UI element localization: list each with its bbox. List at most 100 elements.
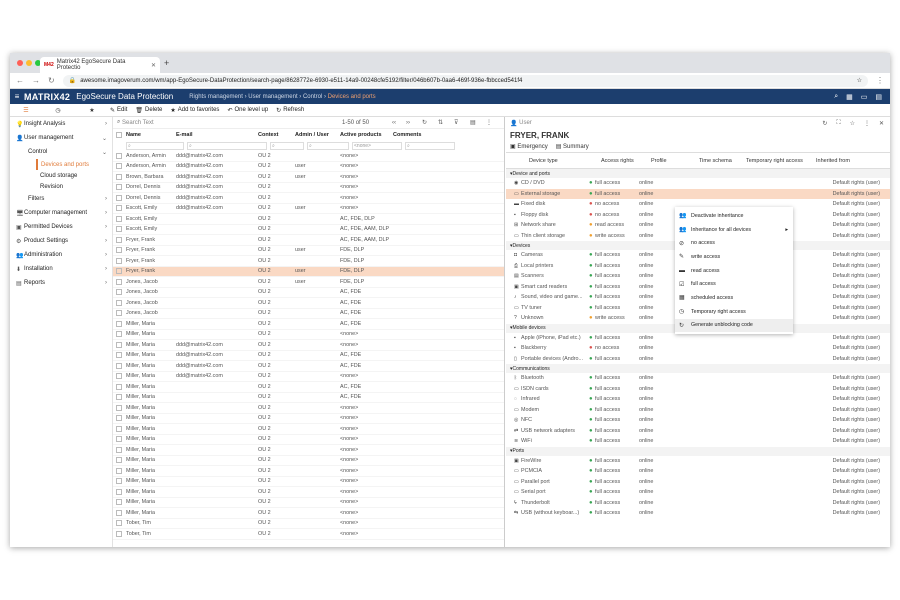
screen-icon[interactable]: ▭	[861, 93, 868, 101]
row-checkbox[interactable]	[116, 173, 122, 180]
device-row[interactable]: ◉ CD / DVD ● full access online Default right…	[506, 178, 890, 189]
table-row[interactable]: Miller, Maria OU 2 <none>	[113, 445, 504, 456]
sidebar-item[interactable]: Filters ›	[10, 192, 112, 206]
row-checkbox[interactable]	[116, 530, 122, 537]
table-row[interactable]: Escott, Emily ddd@matrix42.com OU 2 user <no…	[113, 204, 504, 214]
more-icon[interactable]: ⋮	[864, 120, 870, 127]
sidebar-item[interactable]: ⬇ Installation ›	[10, 262, 112, 276]
back-arrow-icon[interactable]: ←	[16, 76, 24, 85]
sidebar-item[interactable]: ⚙ Product Settings ›	[10, 234, 112, 248]
row-checkbox[interactable]	[116, 436, 122, 443]
row-checkbox[interactable]	[116, 310, 122, 317]
delete-button[interactable]: 🗑 Delete	[135, 107, 162, 114]
reload-icon[interactable]: ↻	[48, 76, 55, 85]
table-row[interactable]: Miller, Maria OU 2 <none>	[113, 330, 504, 340]
column-filter-input[interactable]: <none>	[352, 141, 402, 150]
chat-icon[interactable]: ▤	[875, 93, 882, 101]
table-row[interactable]: Miller, Maria ddd@matrix42.com OU 2 <none>	[113, 340, 504, 351]
column-header[interactable]: Name	[126, 132, 176, 138]
column-filter-input[interactable]: ⌕	[126, 141, 184, 150]
context-menu-item[interactable]: ↻ Generate unblocking code	[675, 318, 793, 333]
sidebar-item[interactable]: 👥 Administration ›	[10, 248, 112, 262]
device-row[interactable]: ▭ PCMCIA ● full access online Default rights …	[506, 466, 890, 477]
context-menu-item[interactable]: ✎ write access	[675, 250, 793, 264]
column-filter-input[interactable]: ⌕	[405, 141, 455, 150]
table-row[interactable]: Miller, Maria OU 2 AC, FDE	[113, 382, 504, 393]
list-view-icon[interactable]: ☰	[10, 107, 42, 114]
sidebar-item[interactable]: ▤ Reports ›	[10, 276, 112, 290]
row-checkbox[interactable]	[116, 184, 122, 191]
filter-icon[interactable]: ⊽	[454, 119, 470, 126]
row-checkbox[interactable]	[116, 215, 122, 222]
row-checkbox[interactable]	[116, 425, 122, 432]
row-checkbox[interactable]	[116, 278, 122, 285]
edit-button[interactable]: ✎ Edit	[110, 107, 127, 114]
sidebar-item[interactable]: 💡 Insight Analysis ›	[10, 117, 112, 131]
row-checkbox[interactable]	[116, 383, 122, 390]
row-checkbox[interactable]	[116, 488, 122, 495]
table-row[interactable]: Miller, Maria OU 2 AC, FDE	[113, 319, 504, 330]
context-menu-item[interactable]: ▦ scheduled access	[675, 291, 793, 305]
pager-next-icon[interactable]: ››	[406, 120, 422, 126]
select-all-checkbox[interactable]	[116, 131, 122, 138]
row-checkbox[interactable]	[116, 373, 122, 380]
row-checkbox[interactable]	[116, 415, 122, 422]
table-row[interactable]: Fryer, Frank OU 2 FDE, DLP	[113, 256, 504, 267]
table-row[interactable]: Miller, Maria OU 2 <none>	[113, 487, 504, 498]
close-window-dot[interactable]	[17, 60, 23, 66]
refresh-icon[interactable]: ↻	[822, 120, 827, 127]
column-header[interactable]: E-mail	[176, 132, 258, 138]
row-checkbox[interactable]	[116, 320, 122, 327]
column-filter-input[interactable]: ⌕	[187, 141, 267, 150]
row-checkbox[interactable]	[116, 331, 122, 338]
row-checkbox[interactable]	[116, 226, 122, 233]
row-checkbox[interactable]	[116, 394, 122, 401]
row-checkbox[interactable]	[116, 352, 122, 359]
tab-summary[interactable]: ▤ Summary	[556, 143, 589, 150]
table-row[interactable]: Fryer, Frank OU 2 user FDE, DLP	[113, 266, 504, 277]
table-row[interactable]: Jones, Jacob OU 2 user FDE, DLP	[113, 277, 504, 288]
column-header[interactable]: Active products	[340, 132, 393, 138]
pager-prev-icon[interactable]: ‹‹	[392, 120, 406, 126]
context-menu-item[interactable]: ▬ read access	[675, 264, 793, 278]
breadcrumb-devices[interactable]: Devices and ports	[328, 94, 376, 100]
column-filter-input[interactable]: ⌕	[270, 141, 304, 150]
sidebar-item[interactable]: ▣ Permitted Devices ›	[10, 220, 112, 234]
browser-tab[interactable]: M42 Matrix42 EgoSecure Data Protectio ✕	[40, 57, 160, 73]
context-menu-item[interactable]: 👥 Deactivate inheritance	[675, 209, 793, 223]
new-tab-button[interactable]: +	[164, 58, 169, 68]
row-checkbox[interactable]	[116, 289, 122, 296]
device-row[interactable]: ▭ ISDN cards ● full access online Default rig…	[506, 384, 890, 395]
table-row[interactable]: Dorrel, Dennis ddd@matrix42.com OU 2 <none>	[113, 193, 504, 204]
table-row[interactable]: Brown, Barbara ddd@matrix42.com OU 2 user <n…	[113, 172, 504, 183]
device-row[interactable]: ⇆ USB (without keyboar...) ● full access onl…	[506, 508, 890, 519]
row-checkbox[interactable]	[116, 499, 122, 506]
device-row[interactable]: ▣ FireWire ● full access online Default right…	[506, 456, 890, 467]
browser-menu-icon[interactable]: ⋮	[876, 76, 884, 85]
device-row[interactable]: ≋ WiFi ● full access online Default rights (u…	[506, 436, 890, 447]
device-row[interactable]: ⇄ USB network adapters ● full access online D…	[506, 426, 890, 437]
row-checkbox[interactable]	[116, 299, 122, 306]
search-icon[interactable]: ⌕	[834, 93, 838, 101]
favorites-star-icon[interactable]: ★	[74, 107, 110, 114]
column-header[interactable]: Comments	[393, 132, 421, 138]
device-row[interactable]: ϟ Thunderbolt ● full access online Default ri…	[506, 498, 890, 509]
row-checkbox[interactable]	[116, 341, 122, 348]
device-row[interactable]: ◎ NFC ● full access online Default rights (us…	[506, 415, 890, 426]
table-row[interactable]: Miller, Maria OU 2 <none>	[113, 466, 504, 477]
table-row[interactable]: Miller, Maria ddd@matrix42.com OU 2 AC, FDE	[113, 351, 504, 361]
more-icon[interactable]: ⋮	[486, 119, 492, 126]
star-icon[interactable]: ☆	[850, 120, 855, 127]
refresh-button[interactable]: ↻ Refresh	[276, 107, 304, 114]
bookmark-star-icon[interactable]: ☆	[857, 77, 862, 84]
table-row[interactable]: Miller, Maria ddd@matrix42.com OU 2 <none>	[113, 372, 504, 382]
table-row[interactable]: Jones, Jacob OU 2 AC, FDE	[113, 288, 504, 298]
table-row[interactable]: Miller, Maria OU 2 <none>	[113, 456, 504, 466]
sort-icon[interactable]: ⇅	[438, 119, 454, 126]
row-checkbox[interactable]	[116, 163, 122, 170]
table-row[interactable]: Miller, Maria OU 2 <none>	[113, 508, 504, 519]
refresh-icon[interactable]: ↻	[422, 119, 438, 126]
context-menu-item[interactable]: ☑ full access	[675, 277, 793, 291]
context-menu-item[interactable]: ◷ Temporary right access	[675, 305, 793, 319]
sidebar-item[interactable]: Devices and ports	[36, 159, 112, 170]
